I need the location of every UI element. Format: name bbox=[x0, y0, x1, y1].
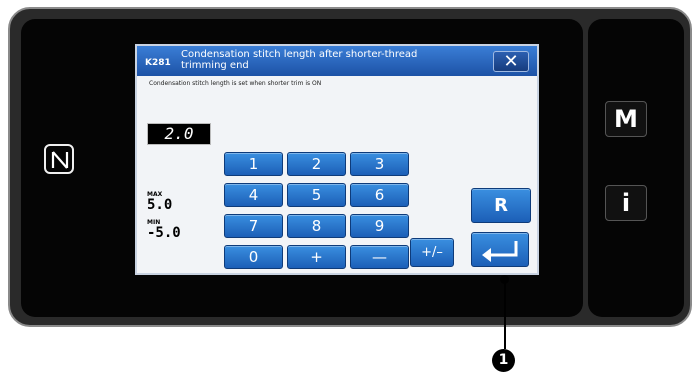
callout-line bbox=[504, 279, 506, 349]
dialog-titlebar: K281 Condensation stitch length after sh… bbox=[137, 46, 537, 76]
info-button[interactable]: i bbox=[605, 185, 647, 221]
min-value: -5.0 bbox=[147, 225, 181, 241]
key-minus[interactable]: — bbox=[350, 245, 409, 269]
key-2[interactable]: 2 bbox=[287, 152, 346, 176]
key-0[interactable]: 0 bbox=[224, 245, 283, 269]
nfc-icon bbox=[44, 144, 74, 174]
reset-button[interactable]: R bbox=[471, 188, 531, 223]
dialog-title: Condensation stitch length after shorter… bbox=[181, 49, 418, 71]
callout-number: 1 bbox=[492, 349, 515, 372]
setting-dialog: K281 Condensation stitch length after sh… bbox=[135, 44, 539, 275]
key-plus[interactable]: + bbox=[287, 245, 346, 269]
value-display: 2.0 bbox=[147, 123, 211, 145]
key-1[interactable]: 1 bbox=[224, 152, 283, 176]
function-code: K281 bbox=[145, 58, 171, 68]
key-6[interactable]: 6 bbox=[350, 183, 409, 207]
max-value: 5.0 bbox=[147, 197, 173, 213]
enter-button[interactable] bbox=[471, 232, 529, 267]
key-3[interactable]: 3 bbox=[350, 152, 409, 176]
key-9[interactable]: 9 bbox=[350, 214, 409, 238]
key-5[interactable]: 5 bbox=[287, 183, 346, 207]
dialog-message: Condensation stitch length is set when s… bbox=[149, 80, 322, 87]
key-8[interactable]: 8 bbox=[287, 214, 346, 238]
enter-icon bbox=[482, 241, 518, 262]
side-panel bbox=[588, 19, 684, 317]
sign-toggle-button[interactable]: +/– bbox=[410, 238, 454, 267]
close-button[interactable]: ✕ bbox=[493, 51, 529, 72]
mode-button[interactable]: M bbox=[605, 101, 647, 137]
key-7[interactable]: 7 bbox=[224, 214, 283, 238]
key-4[interactable]: 4 bbox=[224, 183, 283, 207]
